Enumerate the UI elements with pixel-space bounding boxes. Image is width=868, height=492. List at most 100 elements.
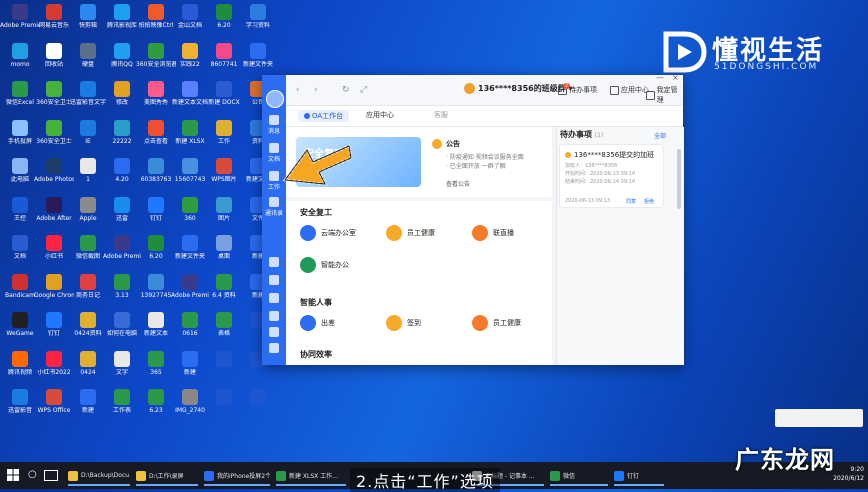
desktop-icon-label: 0616 bbox=[182, 330, 198, 337]
app-center-button[interactable]: 应用中心 bbox=[610, 85, 649, 95]
announcement-line[interactable]: · 防疫通知 视频会议服务全面 bbox=[446, 152, 524, 161]
tab-service[interactable]: 客服 bbox=[434, 110, 448, 120]
rail-item-messages[interactable]: 消息 bbox=[264, 115, 284, 135]
desktop-icon-label: 迅雷影音文字 bbox=[69, 99, 106, 106]
task-view-icon[interactable] bbox=[44, 470, 58, 481]
search-icon[interactable]: ○ bbox=[28, 469, 37, 480]
file-icon bbox=[114, 119, 130, 136]
announcement-line[interactable]: · 已全面开放 一群了解 bbox=[446, 161, 506, 170]
todo-item[interactable]: 136****8356提交的加班 加班人：136****8356 开始时间：20… bbox=[560, 145, 663, 207]
file-icon bbox=[182, 389, 198, 405]
view-all-link[interactable]: 全部 bbox=[654, 131, 666, 140]
checklist-icon: 2 bbox=[558, 82, 570, 95]
file-icon bbox=[80, 81, 96, 97]
desktop-icon-label: 腾讯视频 bbox=[7, 368, 32, 376]
desktop-icon-label: 文档 bbox=[13, 253, 26, 260]
rail-label: 通讯录 bbox=[264, 210, 283, 217]
rail-item-contacts[interactable]: 通讯录 bbox=[264, 197, 284, 217]
ime-toolbar[interactable] bbox=[775, 409, 863, 427]
file-icon bbox=[12, 389, 28, 405]
taskbar-item[interactable]: 微信 bbox=[550, 467, 608, 486]
forward-button[interactable]: › bbox=[314, 85, 318, 95]
close-button[interactable]: × bbox=[672, 73, 679, 82]
desktop-icon-label: 工作表 bbox=[112, 407, 131, 414]
app-business-trip[interactable]: 出差 bbox=[300, 315, 335, 331]
approve-button[interactable]: 同意 bbox=[626, 198, 636, 205]
app-icon bbox=[614, 470, 624, 481]
app-smart-office[interactable]: 智能办公 bbox=[300, 257, 349, 273]
desktop-icon-label: 商务日记 bbox=[75, 291, 100, 299]
file-icon bbox=[46, 273, 62, 290]
file-icon bbox=[148, 158, 164, 174]
todo-detail: 结束时间：2020-06-14 09:14 bbox=[565, 179, 636, 185]
file-icon bbox=[182, 273, 198, 290]
briefcase-icon bbox=[300, 315, 316, 331]
org-switcher[interactable]: 136****8356的班级群 ▾ bbox=[464, 83, 573, 94]
desktop-icon[interactable]: 学习资料 bbox=[238, 2, 278, 42]
taskbar-item-label: 钉钉 bbox=[627, 473, 640, 480]
file-icon bbox=[148, 389, 164, 405]
app-label: 云端办公室 bbox=[321, 229, 356, 237]
message-icon bbox=[269, 115, 279, 125]
app-live[interactable]: 联直播 bbox=[472, 225, 514, 241]
file-icon bbox=[114, 273, 130, 290]
title-bar: ‹ › ↻ ⤢ 136****8356的班级群 ▾ 2 待办事项 应用中心 我定… bbox=[286, 73, 683, 106]
file-icon bbox=[46, 4, 62, 20]
workbench-icon bbox=[304, 113, 310, 119]
taskbar-item[interactable]: D:\Backup\Docu... bbox=[68, 467, 130, 486]
rail-label: 文档 bbox=[267, 156, 280, 163]
tab-app-center[interactable]: 应用中心 bbox=[366, 110, 394, 120]
view-announcements-link[interactable]: 查看公告 bbox=[446, 179, 470, 188]
expand-button[interactable]: ⤢ bbox=[360, 85, 367, 95]
notes-button[interactable]: 我定管理 bbox=[646, 85, 683, 105]
desktop-icon-label: 360 bbox=[184, 214, 196, 222]
file-icon bbox=[12, 81, 28, 97]
rail-tool-calendar[interactable] bbox=[264, 257, 284, 267]
desktop-icon-label: 0424 bbox=[80, 368, 96, 376]
desktop-icon-label: 新建文件夹 bbox=[242, 60, 273, 68]
file-icon bbox=[12, 273, 28, 290]
announcement-label: 公告 bbox=[446, 140, 460, 148]
reject-button[interactable]: 拒绝 bbox=[644, 198, 654, 205]
app-label: 出差 bbox=[321, 319, 335, 327]
desktop-icon-label: 回收站 bbox=[44, 60, 63, 68]
desktop-icon-label: 15607743 bbox=[174, 176, 206, 183]
file-icon bbox=[114, 312, 130, 328]
status-dot-icon bbox=[565, 152, 571, 158]
camera-icon bbox=[472, 225, 488, 241]
taskbar-item[interactable]: 我的iPhone投屏2个... bbox=[204, 467, 270, 486]
rail-tool-settings[interactable] bbox=[264, 343, 284, 353]
refresh-button[interactable]: ↻ bbox=[342, 85, 350, 95]
desktop-icon-label: 6.20 bbox=[149, 253, 163, 260]
taskbar-item[interactable]: 钉钉 bbox=[614, 467, 664, 486]
rail-tool-ding[interactable] bbox=[264, 275, 284, 285]
tab-oa-workbench[interactable]: OA工作台 bbox=[298, 110, 350, 122]
rail-tool-tasks[interactable] bbox=[264, 293, 284, 303]
rail-tool-mail[interactable] bbox=[264, 327, 284, 337]
desktop-icon-label: 桌面 bbox=[217, 253, 230, 260]
desktop-icon[interactable] bbox=[238, 387, 278, 427]
minimize-button[interactable]: — bbox=[656, 73, 664, 82]
notes-label: 我定管理 bbox=[656, 86, 678, 104]
app-employee-health-2[interactable]: 员工健康 bbox=[472, 315, 521, 331]
windows-start-icon[interactable] bbox=[7, 469, 19, 481]
app-cloud-office[interactable]: 云端办公室 bbox=[300, 225, 356, 241]
taskbar-item-label: D:\工作\录屏 bbox=[149, 473, 184, 480]
todo-title-text: 待办事项 bbox=[560, 130, 592, 139]
file-icon bbox=[182, 81, 198, 97]
file-icon bbox=[114, 158, 130, 174]
rail-tool-phone[interactable] bbox=[264, 311, 284, 321]
file-icon bbox=[250, 42, 266, 59]
todo-button[interactable]: 2 待办事项 bbox=[558, 82, 597, 95]
app-employee-health[interactable]: 员工健康 bbox=[386, 225, 435, 241]
taskbar-item[interactable]: D:\工作\录屏 bbox=[136, 467, 198, 486]
back-button[interactable]: ‹ bbox=[296, 85, 300, 95]
scrollbar[interactable] bbox=[677, 149, 681, 209]
app-checkin[interactable]: 签到 bbox=[386, 315, 421, 331]
system-clock[interactable]: 9:20 2020/6/12 bbox=[833, 465, 864, 483]
desktop-icon-label: 微信Excel bbox=[6, 99, 34, 106]
file-icon bbox=[216, 312, 232, 328]
file-icon bbox=[114, 4, 130, 20]
taskbar-item[interactable]: 新建 XLSX 工作... bbox=[276, 467, 346, 486]
avatar[interactable] bbox=[266, 90, 284, 108]
